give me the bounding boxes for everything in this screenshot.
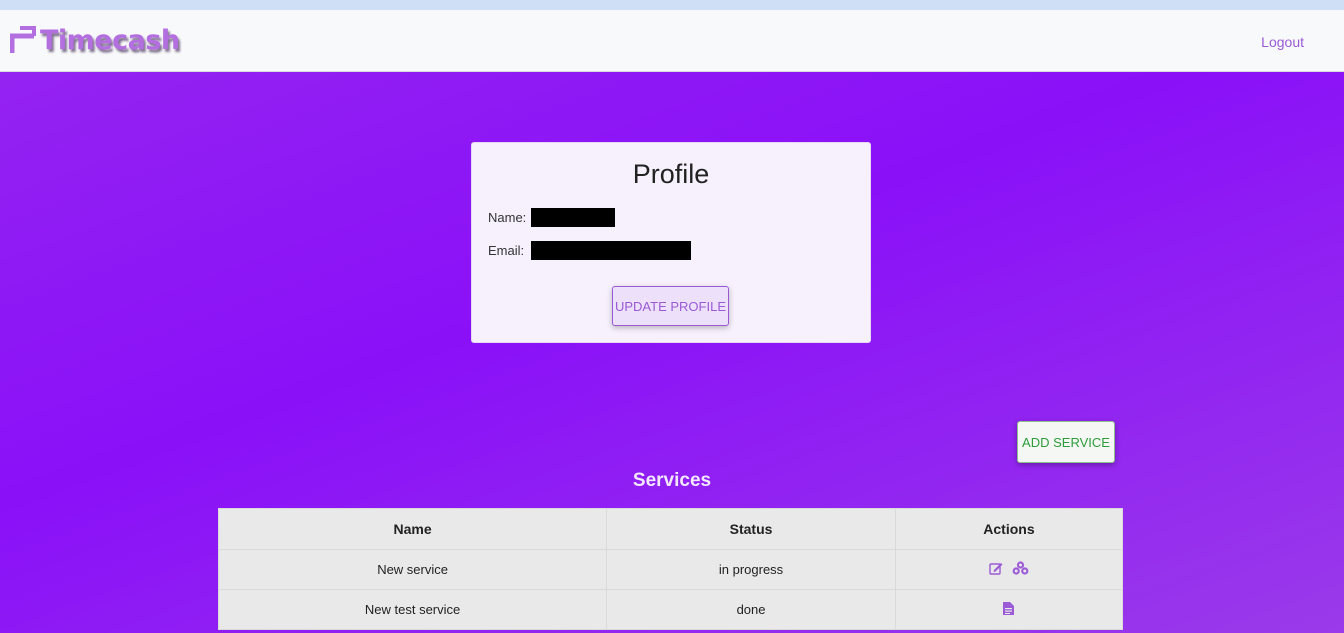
table-row: New service in progress bbox=[217, 549, 1124, 590]
column-header-actions: Actions bbox=[894, 508, 1124, 550]
service-actions-cell bbox=[894, 589, 1124, 630]
services-table: Name Status Actions New service in progr… bbox=[217, 508, 1124, 630]
table-header-row: Name Status Actions bbox=[217, 508, 1124, 550]
name-row: Name: bbox=[488, 208, 615, 227]
service-status-cell: in progress bbox=[606, 549, 896, 590]
services-title: Services bbox=[632, 470, 712, 491]
service-name-cell: New service bbox=[217, 549, 608, 590]
timecash-logo-icon bbox=[10, 26, 36, 53]
cubes-icon[interactable] bbox=[1012, 561, 1029, 578]
navbar: Timecash Logout bbox=[0, 10, 1344, 72]
brand-name: Timecash bbox=[40, 24, 180, 56]
add-service-button[interactable]: ADD SERVICE bbox=[1017, 421, 1115, 463]
update-profile-button[interactable]: UPDATE PROFILE bbox=[612, 286, 729, 326]
logout-link[interactable]: Logout bbox=[1261, 34, 1304, 50]
file-icon[interactable] bbox=[1003, 601, 1015, 618]
column-header-name: Name bbox=[217, 508, 608, 550]
column-header-status: Status bbox=[606, 508, 896, 550]
table-row: New test service done bbox=[217, 589, 1124, 630]
service-name-cell: New test service bbox=[217, 589, 608, 630]
edit-icon[interactable] bbox=[988, 562, 1003, 578]
profile-title: Profile bbox=[632, 159, 710, 189]
service-status-cell: done bbox=[606, 589, 896, 630]
brand-logo[interactable]: Timecash bbox=[10, 24, 180, 56]
browser-top-strip bbox=[0, 0, 1344, 10]
email-label: Email: bbox=[488, 243, 525, 258]
service-actions-cell bbox=[894, 549, 1124, 590]
name-label: Name: bbox=[488, 210, 527, 225]
name-value-redacted bbox=[531, 208, 615, 227]
email-row: Email: bbox=[488, 241, 691, 260]
profile-card: Profile Name: Email: UPDATE PROFILE bbox=[471, 142, 871, 343]
email-value-redacted bbox=[531, 241, 691, 260]
